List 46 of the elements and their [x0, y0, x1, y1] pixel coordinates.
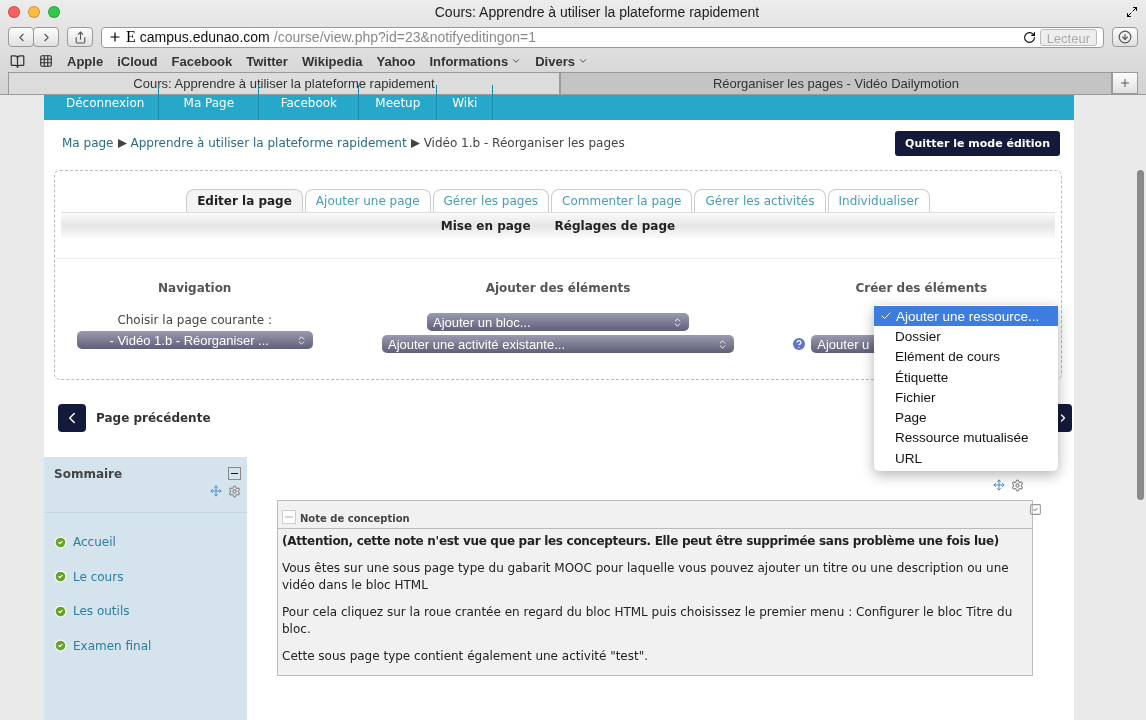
sub-tab[interactable]: Mise en page	[440, 218, 531, 233]
bookmark-link[interactable]: Apple	[67, 53, 104, 69]
activity-select[interactable]: Ajouter une activité existante...	[382, 335, 734, 353]
sidebar-link[interactable]: Le cours	[44, 559, 247, 594]
edit-tab[interactable]: Editer la page	[186, 189, 303, 212]
column-title: Navigation	[158, 281, 232, 295]
previous-page-label: Page précédente	[96, 410, 211, 425]
menu-item[interactable]: Dossier	[874, 326, 1058, 347]
note-paragraph: Cette sous page type contient également une activité "test".	[282, 648, 650, 665]
bookmark-link[interactable]: Twitter	[246, 53, 288, 69]
menu-item[interactable]: Ressource mutualisée	[874, 427, 1058, 449]
sub-tab[interactable]: Réglages de page	[554, 218, 676, 233]
note-title: Note de conception	[300, 513, 410, 524]
note-paragraph: (Attention, cette note n'est vue que par les concepteurs. Elle peut être supprimée sans problème une fois lue)	[282, 533, 1001, 550]
window-title: Cours: Apprendre à utiliser la plateforme rapidement	[433, 4, 761, 20]
quit-edit-button[interactable]: Quitter le mode édition	[895, 130, 1060, 156]
bookmark-link[interactable]: Facebook	[171, 53, 233, 69]
menu-item[interactable]: Elément de cours	[874, 346, 1058, 367]
note-paragraph: Pour cela cliquez sur la roue crantée en regard du bloc HTML puis choisissez le premier menu : Configurer le bloc Titre du bloc.	[282, 604, 1014, 638]
bookmark-link[interactable]: Wikipedia	[301, 53, 363, 69]
bookmark-link[interactable]: iCloud	[117, 53, 158, 69]
browser-tab[interactable]: Cours: Apprendre à utiliser la plateforme rapidement	[8, 72, 560, 94]
menu-item[interactable]: Étiquette	[874, 366, 1058, 388]
block-select[interactable]: Ajouter un bloc...	[427, 313, 689, 331]
bookmark-link[interactable]: Yahoo	[376, 53, 416, 69]
breadcrumb-link[interactable]: Apprendre à utiliser la plateforme rapidement	[130, 136, 407, 150]
breadcrumb-link[interactable]: Ma page	[62, 136, 114, 150]
page-select[interactable]: - Vidéo 1.b - Réorganiser ...	[76, 331, 313, 349]
menu-item[interactable]: URL	[874, 448, 1058, 469]
menu-item[interactable]: Fichier	[874, 387, 1058, 408]
sidebar-title: Sommaire	[54, 467, 123, 481]
sidebar-link[interactable]: Les outils	[44, 594, 247, 629]
bookmark-link[interactable]: Divers	[535, 53, 588, 69]
site-icon: E	[126, 28, 136, 46]
browser-tab[interactable]: Réorganiser les pages - Vidéo Dailymotion	[560, 72, 1112, 94]
field-label: Choisir la page courante :	[117, 313, 273, 327]
column-title: Ajouter des éléments	[485, 281, 631, 295]
address-field[interactable]: E campus.edunao.com /course/view.php?id=23&notifyeditingon=1 Lecteur	[101, 26, 1104, 48]
sidebar-link[interactable]: Examen final	[44, 628, 247, 663]
menu-item[interactable]: Ajouter une ressource...	[874, 306, 1058, 327]
bookmark-label: Divers	[535, 53, 575, 69]
note-paragraph: Vous êtes sur une sous page type du gabarit MOOC pour laquelle vous pouvez ajouter un titre ou une description ou une vidéo dans le bloc HTML	[282, 560, 1010, 594]
sidebar-link[interactable]: Accueil	[44, 525, 247, 560]
column-title: Créer des éléments	[855, 281, 988, 295]
breadcrumb-current: Vidéo 1.b - Réorganiser les pages	[423, 136, 625, 150]
menu-item[interactable]: Page	[874, 407, 1058, 428]
